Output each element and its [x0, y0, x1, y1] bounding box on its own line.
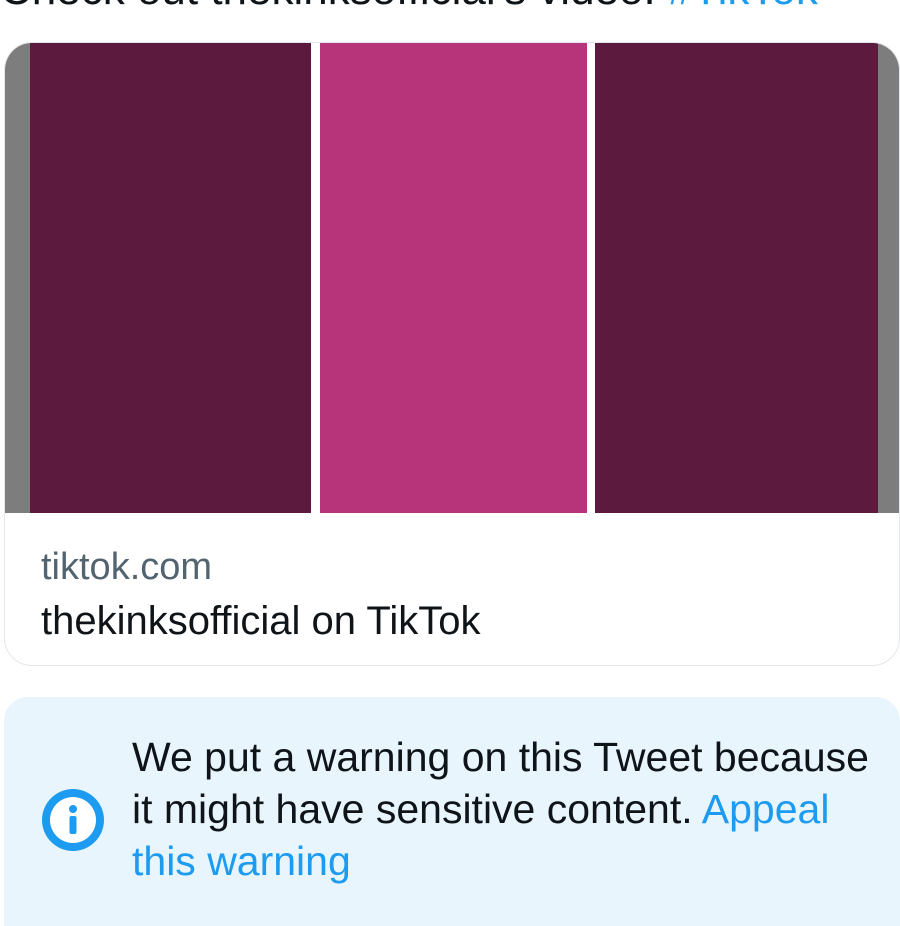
panel-divider — [311, 43, 320, 513]
tweet-body: Check out thekinksofficial's video! — [0, 0, 656, 14]
media-panel-left — [30, 43, 311, 513]
sensitive-content-warning: We put a warning on this Tweet because i… — [4, 697, 900, 926]
panel-divider — [587, 43, 595, 513]
card-title: thekinksofficial on TikTok — [41, 599, 481, 643]
media-panel-center — [320, 43, 587, 513]
card-domain: tiktok.com — [41, 546, 213, 588]
card-media[interactable] — [5, 43, 899, 513]
media-panel-right — [595, 43, 878, 513]
warning-text: We put a warning on this Tweet because i… — [132, 731, 872, 887]
hashtag-link[interactable]: #TikTok — [668, 0, 818, 14]
tweet-text: Check out thekinksofficial's video! #Tik… — [0, 0, 900, 14]
info-icon — [42, 789, 104, 851]
link-preview-card[interactable]: tiktok.com thekinksofficial on TikTok — [4, 42, 900, 666]
